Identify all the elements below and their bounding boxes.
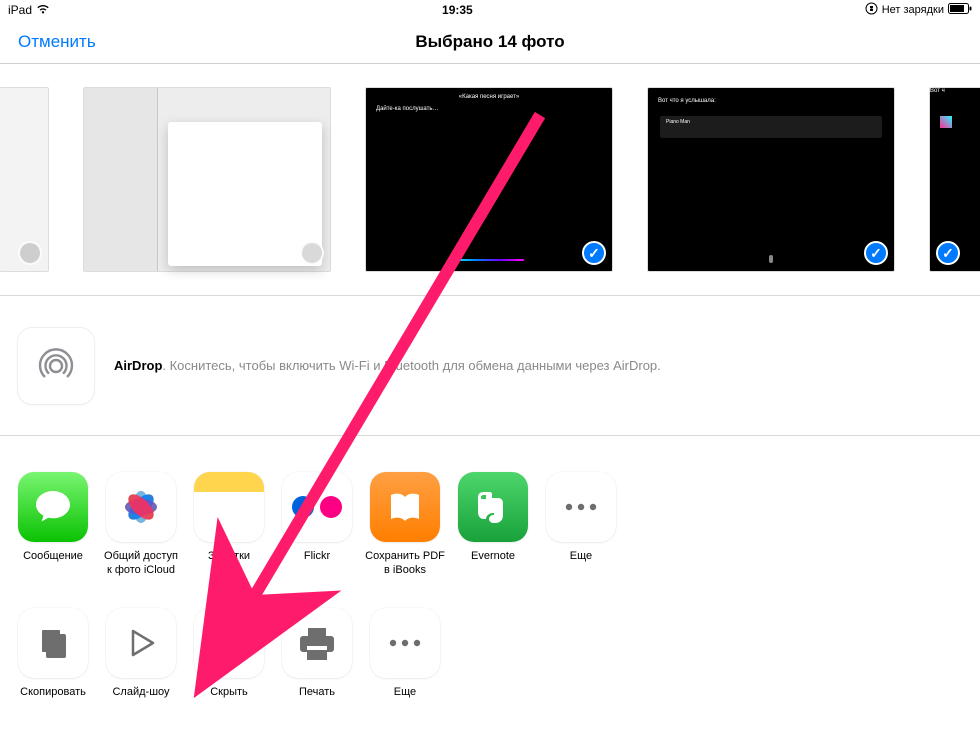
page-title: Выбрано 14 фото — [0, 32, 980, 52]
more-icon — [370, 608, 440, 678]
device-label: iPad — [8, 3, 32, 17]
battery-label: Нет зарядки — [882, 4, 944, 16]
nav-bar: Отменить Выбрано 14 фото — [0, 20, 980, 64]
cancel-button[interactable]: Отменить — [0, 32, 96, 52]
flickr-icon — [282, 472, 352, 542]
app-label: Еще — [541, 550, 621, 578]
action-copy[interactable]: Скопировать — [18, 608, 88, 714]
copy-icon — [18, 608, 88, 678]
photos-icon — [106, 472, 176, 542]
action-hide[interactable]: Скрыть — [194, 608, 264, 714]
action-label: Скопировать — [13, 686, 93, 714]
app-label: Общий доступ к фото iCloud — [101, 550, 181, 578]
thumbnail-caption: Вот что я услышала: — [658, 98, 894, 104]
action-print[interactable]: Печать — [282, 608, 352, 714]
thumbnail[interactable] — [83, 87, 331, 272]
action-slideshow[interactable]: Слайд-шоу — [106, 608, 176, 714]
evernote-icon — [458, 472, 528, 542]
battery-icon — [948, 3, 972, 17]
notes-icon — [194, 472, 264, 542]
share-apps-row: Сообщение Общий доступ к фото iCloud — [0, 436, 980, 582]
selection-indicator[interactable] — [300, 241, 324, 265]
action-label: Слайд-шоу — [101, 686, 181, 714]
share-app-ibooks[interactable]: Сохранить PDF в iBooks — [370, 472, 440, 578]
thumbnail[interactable]: Вот что я услышала: Piano Man — [647, 87, 895, 272]
selection-indicator[interactable] — [936, 241, 960, 265]
app-label: Заметки — [189, 550, 269, 578]
photo-thumbnails[interactable]: «Какая песня играет» Дайте-ка послушать…… — [0, 64, 980, 296]
action-label: Скрыть — [189, 686, 269, 714]
orientation-lock-icon — [865, 2, 878, 18]
share-app-more[interactable]: Еще — [546, 472, 616, 578]
result-card: Piano Man — [660, 116, 882, 138]
status-time: 19:35 — [442, 3, 473, 17]
selection-indicator[interactable] — [18, 241, 42, 265]
app-label: Flickr — [277, 550, 357, 578]
ibooks-icon — [370, 472, 440, 542]
share-app-flickr[interactable]: Flickr — [282, 472, 352, 578]
status-bar: iPad 19:35 Нет зарядки — [0, 0, 980, 20]
actions-row: Скопировать Слайд-шоу Скрыть Печать Еще — [0, 582, 980, 722]
thumbnail[interactable] — [0, 87, 49, 272]
share-app-messages[interactable]: Сообщение — [18, 472, 88, 578]
app-label: Сохранить PDF в iBooks — [365, 550, 445, 578]
thumbnail-caption: Дайте-ка послушать… — [376, 106, 612, 112]
printer-icon — [282, 608, 352, 678]
airdrop-text: AirDrop. Коснитесь, чтобы включить Wi-Fi… — [114, 358, 661, 373]
share-app-notes[interactable]: Заметки — [194, 472, 264, 578]
hide-icon — [194, 608, 264, 678]
thumbnail[interactable]: Вот ч — [929, 87, 980, 272]
action-label: Еще — [365, 686, 445, 714]
app-label: Evernote — [453, 550, 533, 578]
share-app-evernote[interactable]: Evernote — [458, 472, 528, 578]
action-label: Печать — [277, 686, 357, 714]
action-more[interactable]: Еще — [370, 608, 440, 714]
airdrop-icon[interactable] — [18, 328, 94, 404]
selection-indicator[interactable] — [582, 241, 606, 265]
airdrop-section[interactable]: AirDrop. Коснитесь, чтобы включить Wi-Fi… — [0, 296, 980, 436]
play-icon — [106, 608, 176, 678]
app-label: Сообщение — [13, 550, 93, 578]
thumbnail-caption: «Какая песня играет» — [366, 94, 612, 100]
more-icon — [546, 472, 616, 542]
thumbnail-caption: Вот ч — [930, 88, 980, 94]
messages-icon — [18, 472, 88, 542]
share-app-icloud-photos[interactable]: Общий доступ к фото iCloud — [106, 472, 176, 578]
wifi-icon — [36, 3, 50, 17]
thumbnail[interactable]: «Какая песня играет» Дайте-ка послушать… — [365, 87, 613, 272]
selection-indicator[interactable] — [864, 241, 888, 265]
